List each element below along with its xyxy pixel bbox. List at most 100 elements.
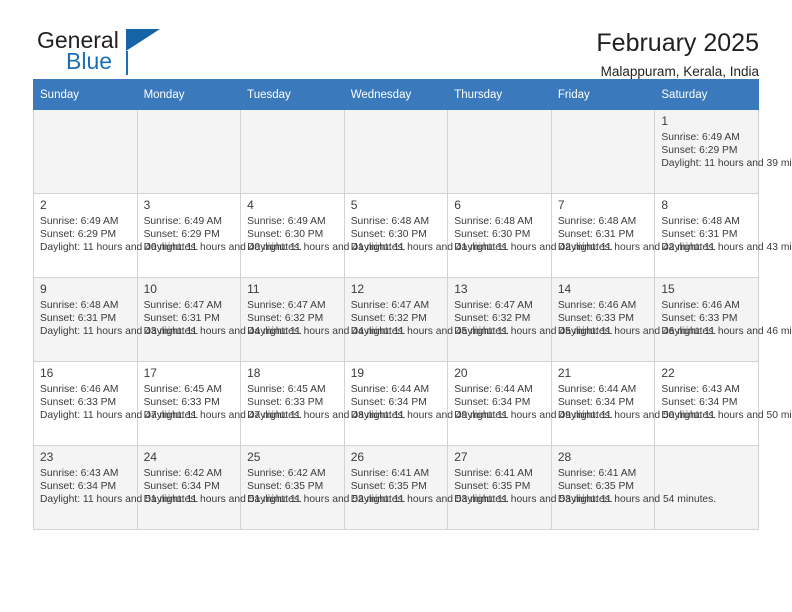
day-number: 26: [350, 450, 365, 464]
sunrise-text: Sunrise: 6:47 AM: [247, 300, 326, 311]
daylight-text: Daylight: 11 hours and 40 minutes.: [40, 242, 199, 254]
day-number: 19: [350, 366, 365, 380]
day-cell-content: 4 Sunrise: 6:49 AM Sunset: 6:30 PM Daylight…: [241, 194, 406, 256]
calendar-empty-cell: [343, 109, 449, 194]
sunset-text: Sunset: 6:32 PM: [454, 313, 531, 325]
calendar-empty-cell: [136, 109, 242, 194]
daylight-text: Daylight: 11 hours and 44 minutes.: [247, 326, 406, 338]
day-cell-content: 14 Sunrise: 6:46 AM Sunset: 6:33 PM Dayligh…: [552, 278, 717, 340]
sunset-text: Sunset: 6:34 PM: [350, 397, 427, 409]
calendar-day-cell[interactable]: 28 Sunrise: 6:41 AM Sunset: 6:35 PM Dayligh…: [550, 445, 716, 530]
sunrise-text: Sunrise: 6:46 AM: [557, 300, 637, 311]
calendar-day-cell[interactable]: 5 Sunrise: 6:48 AM Sunset: 6:30 PM Daylight…: [343, 193, 510, 278]
calendar-empty-cell: [33, 109, 138, 194]
sunset-text: Sunset: 6:30 PM: [247, 229, 324, 241]
sunrise-text: Sunrise: 6:48 AM: [40, 300, 119, 311]
calendar-day-cell[interactable]: 1 Sunrise: 6:49 AM Sunset: 6:29 PM Daylight…: [654, 109, 792, 194]
daylight-text: Daylight: 11 hours and 50 minutes.: [557, 410, 717, 422]
calendar-day-cell[interactable]: 23 Sunrise: 6:43 AM Sunset: 6:34 PM Dayligh…: [33, 445, 198, 530]
sunset-text: Sunset: 6:34 PM: [454, 397, 531, 409]
daylight-text: Daylight: 11 hours and 41 minutes.: [350, 242, 510, 254]
calendar-day-cell[interactable]: 24 Sunrise: 6:42 AM Sunset: 6:34 PM Dayligh…: [136, 445, 302, 530]
general-blue-logo: General Blue: [33, 28, 237, 80]
calendar-day-cell[interactable]: 7 Sunrise: 6:48 AM Sunset: 6:31 PM Daylight…: [550, 193, 717, 278]
sunrise-text: Sunrise: 6:46 AM: [40, 384, 119, 395]
day-sun-info: Sunrise: 6:49 AM Sunset: 6:29 PM Daylight:…: [40, 215, 199, 254]
calendar-day-cell[interactable]: 18 Sunrise: 6:45 AM Sunset: 6:33 PM Dayligh…: [240, 361, 406, 446]
daylight-text: Daylight: 11 hours and 44 minutes.: [143, 326, 302, 338]
calendar-day-cell[interactable]: 11 Sunrise: 6:47 AM Sunset: 6:32 PM Dayligh…: [240, 277, 406, 362]
calendar-day-cell[interactable]: 10 Sunrise: 6:47 AM Sunset: 6:31 PM Dayligh…: [136, 277, 302, 362]
calendar-day-cell[interactable]: 22 Sunrise: 6:43 AM Sunset: 6:34 PM Dayligh…: [654, 361, 792, 446]
day-number: 13: [454, 282, 468, 296]
daylight-text: Daylight: 11 hours and 42 minutes.: [454, 242, 613, 254]
calendar-day-cell[interactable]: 16 Sunrise: 6:46 AM Sunset: 6:33 PM Dayligh…: [33, 361, 199, 446]
calendar-day-cell[interactable]: 25 Sunrise: 6:42 AM Sunset: 6:35 PM Dayligh…: [240, 445, 406, 530]
calendar-day-cell[interactable]: 3 Sunrise: 6:49 AM Sunset: 6:29 PM Daylight…: [136, 193, 302, 278]
logo-triangle-icon: [126, 29, 160, 51]
day-number: 24: [143, 450, 157, 464]
sunset-text: Sunset: 6:31 PM: [40, 313, 117, 325]
day-sun-info: Sunrise: 6:42 AM Sunset: 6:35 PM Daylight:…: [247, 467, 405, 506]
calendar-day-cell[interactable]: 21 Sunrise: 6:44 AM Sunset: 6:34 PM Dayligh…: [550, 361, 717, 446]
calendar-day-cell[interactable]: 20 Sunrise: 6:44 AM Sunset: 6:34 PM Dayligh…: [447, 361, 613, 446]
calendar-empty-cell: [550, 109, 656, 194]
day-cell-content: 26 Sunrise: 6:41 AM Sunset: 6:35 PM Dayligh…: [345, 446, 509, 508]
day-sun-info: Sunrise: 6:46 AM Sunset: 6:33 PM Daylight:…: [557, 299, 717, 338]
sunset-text: Sunset: 6:34 PM: [557, 397, 634, 409]
daylight-text: Daylight: 11 hours and 47 minutes.: [40, 410, 199, 422]
sunset-text: Sunset: 6:29 PM: [661, 145, 738, 157]
daylight-text: Daylight: 11 hours and 51 minutes.: [143, 494, 302, 506]
sunrise-text: Sunrise: 6:42 AM: [247, 468, 326, 479]
page-title: February 2025: [596, 29, 759, 57]
daylight-text: Daylight: 11 hours and 41 minutes.: [247, 242, 406, 254]
daylight-text: Daylight: 11 hours and 45 minutes.: [454, 326, 613, 338]
calendar-day-cell[interactable]: 6 Sunrise: 6:48 AM Sunset: 6:30 PM Daylight…: [447, 193, 613, 278]
calendar-day-cell[interactable]: 27 Sunrise: 6:41 AM Sunset: 6:35 PM Dayligh…: [447, 445, 613, 530]
day-sun-info: Sunrise: 6:45 AM Sunset: 6:33 PM Daylight:…: [247, 383, 405, 422]
sunrise-text: Sunrise: 6:41 AM: [350, 468, 430, 479]
calendar-empty-cell: [654, 445, 759, 530]
calendar-day-cell[interactable]: 9 Sunrise: 6:48 AM Sunset: 6:31 PM Daylight…: [33, 277, 198, 362]
sunrise-text: Sunrise: 6:44 AM: [350, 384, 430, 395]
day-sun-info: Sunrise: 6:44 AM Sunset: 6:34 PM Daylight:…: [454, 383, 612, 422]
day-number: 23: [40, 450, 54, 464]
weekday-header-thursday: Thursday: [447, 79, 552, 110]
calendar-day-cell[interactable]: 19 Sunrise: 6:44 AM Sunset: 6:34 PM Dayligh…: [343, 361, 509, 446]
page-header: General Blue February 2025 Malappuram, K…: [33, 0, 759, 80]
weekday-header-tuesday: Tuesday: [240, 79, 345, 110]
day-sun-info: Sunrise: 6:48 AM Sunset: 6:30 PM Daylight:…: [454, 215, 613, 254]
day-number: 4: [247, 198, 254, 212]
daylight-text: Daylight: 11 hours and 45 minutes.: [350, 326, 510, 338]
day-cell-content: 18 Sunrise: 6:45 AM Sunset: 6:33 PM Dayligh…: [241, 362, 405, 424]
calendar-day-cell[interactable]: 12 Sunrise: 6:47 AM Sunset: 6:32 PM Dayligh…: [343, 277, 510, 362]
day-sun-info: Sunrise: 6:48 AM Sunset: 6:30 PM Daylight:…: [350, 215, 510, 254]
calendar-day-cell[interactable]: 13 Sunrise: 6:47 AM Sunset: 6:32 PM Dayligh…: [447, 277, 613, 362]
calendar-day-cell[interactable]: 4 Sunrise: 6:49 AM Sunset: 6:30 PM Daylight…: [240, 193, 406, 278]
daylight-text: Daylight: 11 hours and 46 minutes.: [557, 326, 717, 338]
daylight-text: Daylight: 11 hours and 53 minutes.: [454, 494, 613, 506]
day-cell-content: 25 Sunrise: 6:42 AM Sunset: 6:35 PM Dayligh…: [241, 446, 405, 508]
day-cell-content: 17 Sunrise: 6:45 AM Sunset: 6:33 PM Dayligh…: [138, 362, 302, 424]
calendar-day-cell[interactable]: 2 Sunrise: 6:49 AM Sunset: 6:29 PM Daylight…: [33, 193, 199, 278]
day-number: 10: [143, 282, 157, 296]
day-cell-content: 24 Sunrise: 6:42 AM Sunset: 6:34 PM Dayligh…: [138, 446, 302, 508]
sunset-text: Sunset: 6:31 PM: [143, 313, 220, 325]
calendar-empty-cell: [240, 109, 345, 194]
day-number: 6: [454, 198, 461, 212]
day-sun-info: Sunrise: 6:48 AM Sunset: 6:31 PM Daylight:…: [661, 215, 792, 254]
sunrise-text: Sunrise: 6:49 AM: [247, 216, 326, 227]
sunset-text: Sunset: 6:29 PM: [40, 229, 117, 241]
calendar-day-cell[interactable]: 17 Sunrise: 6:45 AM Sunset: 6:33 PM Dayligh…: [136, 361, 302, 446]
calendar-day-cell[interactable]: 14 Sunrise: 6:46 AM Sunset: 6:33 PM Dayligh…: [550, 277, 717, 362]
day-sun-info: Sunrise: 6:47 AM Sunset: 6:32 PM Daylight:…: [350, 299, 510, 338]
day-number: 14: [557, 282, 572, 296]
day-number: 21: [557, 366, 572, 380]
day-number: 5: [350, 198, 358, 212]
calendar-day-cell[interactable]: 26 Sunrise: 6:41 AM Sunset: 6:35 PM Dayligh…: [343, 445, 509, 530]
sunset-text: Sunset: 6:33 PM: [661, 313, 738, 325]
calendar-day-cell[interactable]: 15 Sunrise: 6:46 AM Sunset: 6:33 PM Dayligh…: [654, 277, 792, 362]
daylight-text: Daylight: 11 hours and 42 minutes.: [557, 242, 717, 254]
calendar-day-cell[interactable]: 8 Sunrise: 6:48 AM Sunset: 6:31 PM Daylight…: [654, 193, 792, 278]
day-number: 28: [557, 450, 572, 464]
